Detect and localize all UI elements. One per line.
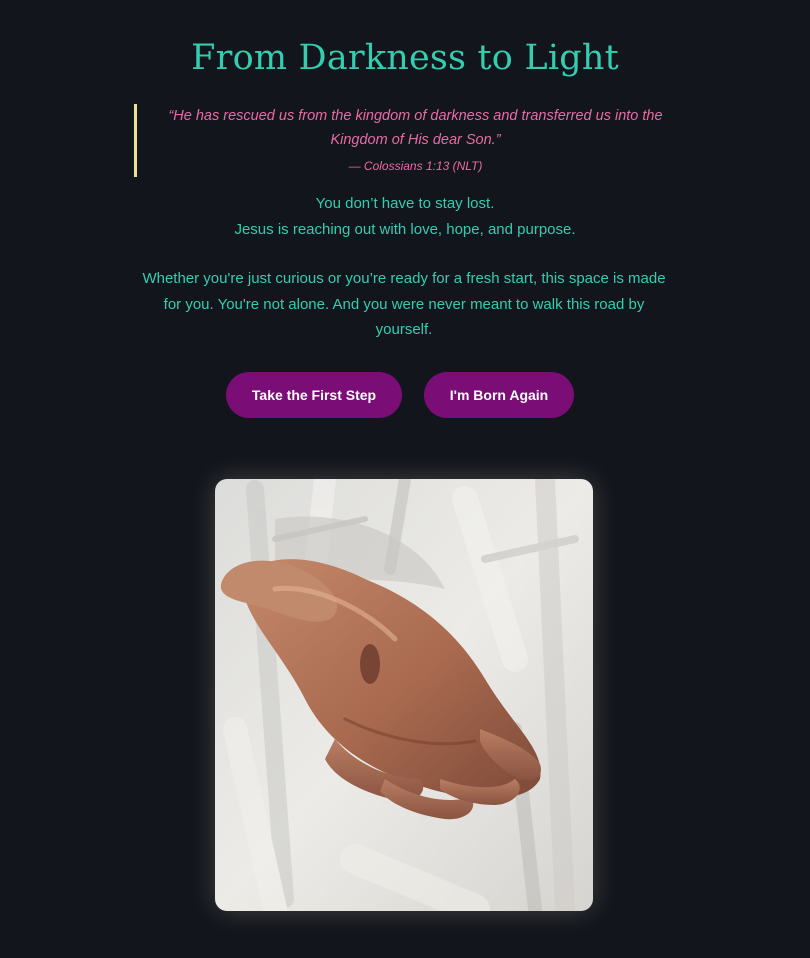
intro-line-2: Jesus is reaching out with love, hope, a… <box>234 221 576 238</box>
take-first-step-button[interactable]: Take the First Step <box>226 372 402 418</box>
outstretched-hand-painting <box>215 479 593 911</box>
born-again-button[interactable]: I'm Born Again <box>424 372 574 418</box>
intro-paragraph: Whether you're just curious or you’re re… <box>142 270 666 338</box>
page-title: From Darkness to Light <box>191 38 619 78</box>
quote-text: “He has rescued us from the kingdom of d… <box>168 108 663 148</box>
quote-citation: — Colossians 1:13 (NLT) <box>348 159 483 173</box>
scripture-quote: “He has rescued us from the kingdom of d… <box>134 104 674 177</box>
intro-line-1: You don’t have to stay lost. <box>315 195 495 212</box>
